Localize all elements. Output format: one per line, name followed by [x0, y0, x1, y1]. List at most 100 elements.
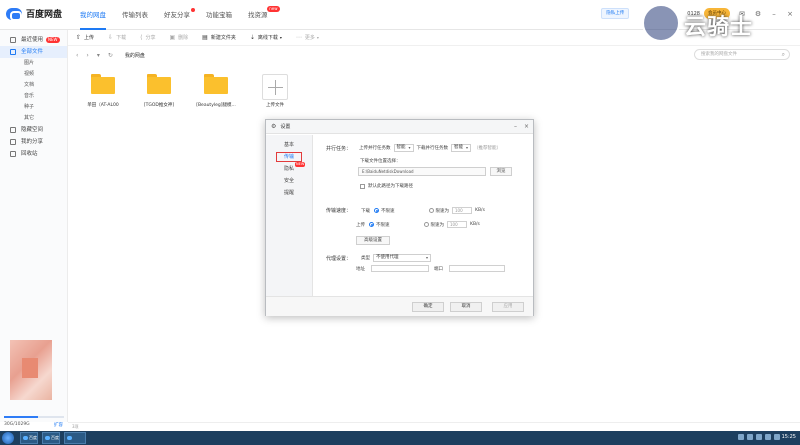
taskbar-app-1[interactable]: 百度: [20, 432, 38, 444]
app-title: 百度网盘: [26, 10, 63, 20]
breadcrumb[interactable]: 我的网盘: [125, 52, 145, 59]
menu-security[interactable]: 安全: [266, 175, 312, 187]
folder-icon: [147, 74, 171, 94]
forward-icon[interactable]: ›: [86, 52, 88, 59]
more-button[interactable]: ⋯ 更多 ▾: [296, 34, 319, 41]
upload-tasks-select[interactable]: 智能 ▾: [393, 144, 414, 152]
notification-dot: [191, 8, 195, 12]
upload-no-limit-radio[interactable]: [369, 222, 374, 227]
storage-bar-fill: [4, 416, 38, 418]
menu-transfer[interactable]: 传输: [266, 151, 312, 163]
default-path-checkbox[interactable]: [360, 183, 365, 189]
upload-limit-input[interactable]: 100: [447, 221, 467, 228]
sidebar-item-music[interactable]: 音乐: [0, 91, 67, 102]
path-bar: ‹ › ▾ ↻ 我的网盘 搜索我的网盘文件 ⌕: [68, 47, 800, 63]
tray-icon[interactable]: [747, 434, 753, 440]
expand-storage-link[interactable]: 扩容: [54, 422, 63, 428]
share-button[interactable]: ⟨ 分享: [140, 34, 155, 41]
chevron-down-icon: ▾: [466, 145, 469, 150]
settings-menu: 基本 传输 隐私 NEW 安全 提醒: [266, 135, 313, 296]
folder-item[interactable]: [TGOD推女神]: [134, 74, 184, 108]
browse-button[interactable]: 浏览: [490, 167, 512, 176]
storage-bar: [4, 416, 64, 418]
folder-icon: [204, 74, 228, 94]
refresh-icon[interactable]: ↻: [108, 52, 113, 59]
download-tasks-label: 下载并行任务数: [416, 146, 449, 151]
private-upload-button[interactable]: 隐私上传: [601, 8, 630, 19]
share-icon: ⟨: [140, 34, 143, 41]
search-input[interactable]: 搜索我的网盘文件 ⌕: [694, 49, 790, 60]
clock-icon: [10, 37, 16, 43]
download-button[interactable]: ⇩ 下载: [108, 34, 126, 41]
download-tasks-select[interactable]: 智能 ▾: [451, 144, 472, 152]
tab-find-resources[interactable]: 找资源 new: [240, 0, 280, 30]
sidebar-item-my-shares[interactable]: 我的分享: [0, 136, 67, 148]
folder-item[interactable]: 单田（AT-AL00: [78, 74, 128, 108]
tab-friend-share[interactable]: 好友分享: [156, 0, 198, 30]
ok-button[interactable]: 确定: [412, 302, 444, 312]
folder-item[interactable]: [Beautyleg]腿模...: [191, 74, 241, 108]
sidebar-item-recent[interactable]: 最近使用 NEW: [0, 34, 67, 46]
tray-icon[interactable]: [765, 434, 771, 440]
new-badge: NEW: [46, 37, 60, 43]
trash-icon: ▣: [169, 34, 176, 41]
search-icon[interactable]: ⌕: [782, 50, 785, 59]
menu-basic[interactable]: 基本: [266, 139, 312, 151]
delete-button[interactable]: ▣ 删除: [169, 34, 188, 41]
sidebar-item-hidden-space[interactable]: 隐藏空间: [0, 124, 67, 136]
upload-limit-radio[interactable]: [423, 222, 429, 227]
sidebar-item-videos[interactable]: 视频: [0, 69, 67, 80]
tab-toolbox[interactable]: 功能宝箱: [198, 0, 240, 30]
tray-icon[interactable]: [756, 434, 762, 440]
offline-download-button[interactable]: ⇣ 离线下载 ▾: [250, 34, 282, 41]
proxy-port-input[interactable]: [449, 265, 505, 272]
proxy-address-input[interactable]: [371, 265, 429, 272]
menu-reminder[interactable]: 提醒: [266, 187, 312, 199]
dropdown-icon[interactable]: ▾: [97, 52, 100, 59]
sidebar-item-recycle-bin[interactable]: 回收站: [0, 148, 67, 160]
new-badge: new: [267, 6, 280, 12]
folder-icon: [91, 74, 115, 94]
settings-dialog: ⚙ 设置 – × 基本 传输 隐私 NEW 安全 提醒 并行任务： 上传并行任务…: [265, 119, 534, 316]
sidebar-item-others[interactable]: 其它: [0, 113, 67, 124]
speed-label: 传输速度：: [326, 208, 352, 214]
offline-download-icon: ⇣: [249, 34, 255, 41]
taskbar-app-2[interactable]: 百度: [42, 432, 60, 444]
taskbar-app-3[interactable]: [64, 432, 86, 444]
tab-transfer-list[interactable]: 传输列表: [114, 0, 156, 30]
proxy-label: 代理设置：: [326, 255, 352, 262]
upload-button[interactable]: ⇧ 上传: [76, 34, 94, 41]
sidebar-item-torrents[interactable]: 种子: [0, 102, 67, 113]
settings-body: 并行任务： 上传并行任务数 智能 ▾ 下载并行任务数 智能 ▾ （推荐智能） 下载文…: [314, 135, 534, 296]
system-tray: [735, 434, 780, 440]
back-icon[interactable]: ‹: [76, 52, 78, 59]
menu-privacy[interactable]: 隐私 NEW: [266, 162, 312, 175]
sidebar-item-images[interactable]: 图片: [0, 58, 67, 69]
proxy-type-select[interactable]: 不使用代理 ▾: [373, 254, 432, 262]
download-no-limit-radio[interactable]: [374, 208, 380, 213]
lock-icon: [10, 127, 16, 133]
apply-button[interactable]: 应用: [492, 302, 524, 312]
download-limit-radio[interactable]: [428, 208, 434, 213]
tab-my-disk[interactable]: 我的网盘: [72, 0, 114, 30]
upload-file-tile[interactable]: 上传文件: [250, 74, 300, 108]
download-limit-input[interactable]: 100: [452, 207, 473, 214]
highlight-box: [276, 152, 302, 162]
main-nav: 我的网盘 传输列表 好友分享 功能宝箱 找资源 new: [72, 0, 280, 30]
sidebar-item-all-files[interactable]: 全部文件: [0, 46, 67, 58]
start-button[interactable]: [2, 432, 14, 444]
download-path-field[interactable]: E:\BaiduNetdiskDownload: [358, 167, 486, 176]
plus-icon: [262, 74, 288, 100]
blurred-ad-image[interactable]: [10, 340, 52, 400]
new-folder-button[interactable]: ▤ 新建文件夹: [202, 34, 236, 41]
tray-icon[interactable]: [774, 434, 780, 440]
upload-icon: ⇧: [76, 34, 82, 41]
gear-icon: ⚙: [271, 123, 277, 130]
minimize-icon[interactable]: –: [514, 123, 517, 130]
sidebar-item-documents[interactable]: 文档: [0, 80, 67, 91]
tray-icon[interactable]: [738, 434, 744, 440]
advanced-settings-button[interactable]: 高级设置: [356, 236, 390, 245]
close-icon[interactable]: ×: [524, 123, 529, 130]
cancel-button[interactable]: 取消: [450, 302, 482, 312]
download-icon: ⇩: [108, 34, 114, 41]
